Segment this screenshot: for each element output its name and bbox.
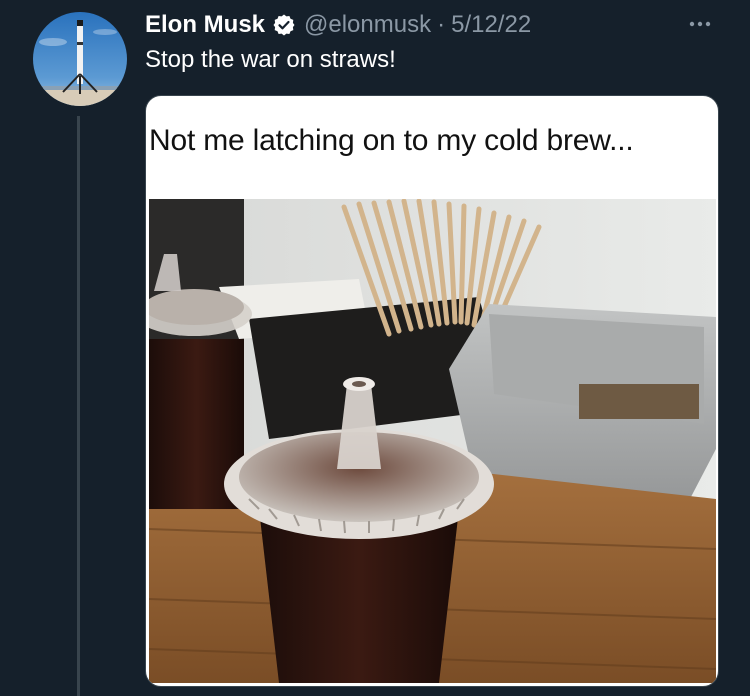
cold-brew-photo — [149, 199, 716, 683]
tweet-text: Stop the war on straws! — [145, 46, 396, 73]
avatar[interactable] — [33, 12, 127, 106]
author-name[interactable]: Elon Musk — [145, 11, 265, 39]
avatar-image — [33, 12, 127, 106]
tweet-header: Elon Musk @elonmusk · 5/12/22 — [145, 10, 531, 40]
verified-badge-icon — [272, 13, 296, 37]
meme-caption: Not me latching on to my cold brew... — [149, 124, 634, 157]
author-handle[interactable]: @elonmusk — [304, 11, 431, 39]
thread-line — [77, 116, 80, 696]
tweet-date[interactable]: 5/12/22 — [451, 11, 531, 39]
separator-dot: · — [437, 11, 446, 38]
more-options-icon[interactable] — [684, 12, 716, 36]
tweet: Elon Musk @elonmusk · 5/12/22 Stop the w… — [0, 0, 750, 696]
tweet-media[interactable]: Not me latching on to my cold brew... — [145, 95, 719, 687]
